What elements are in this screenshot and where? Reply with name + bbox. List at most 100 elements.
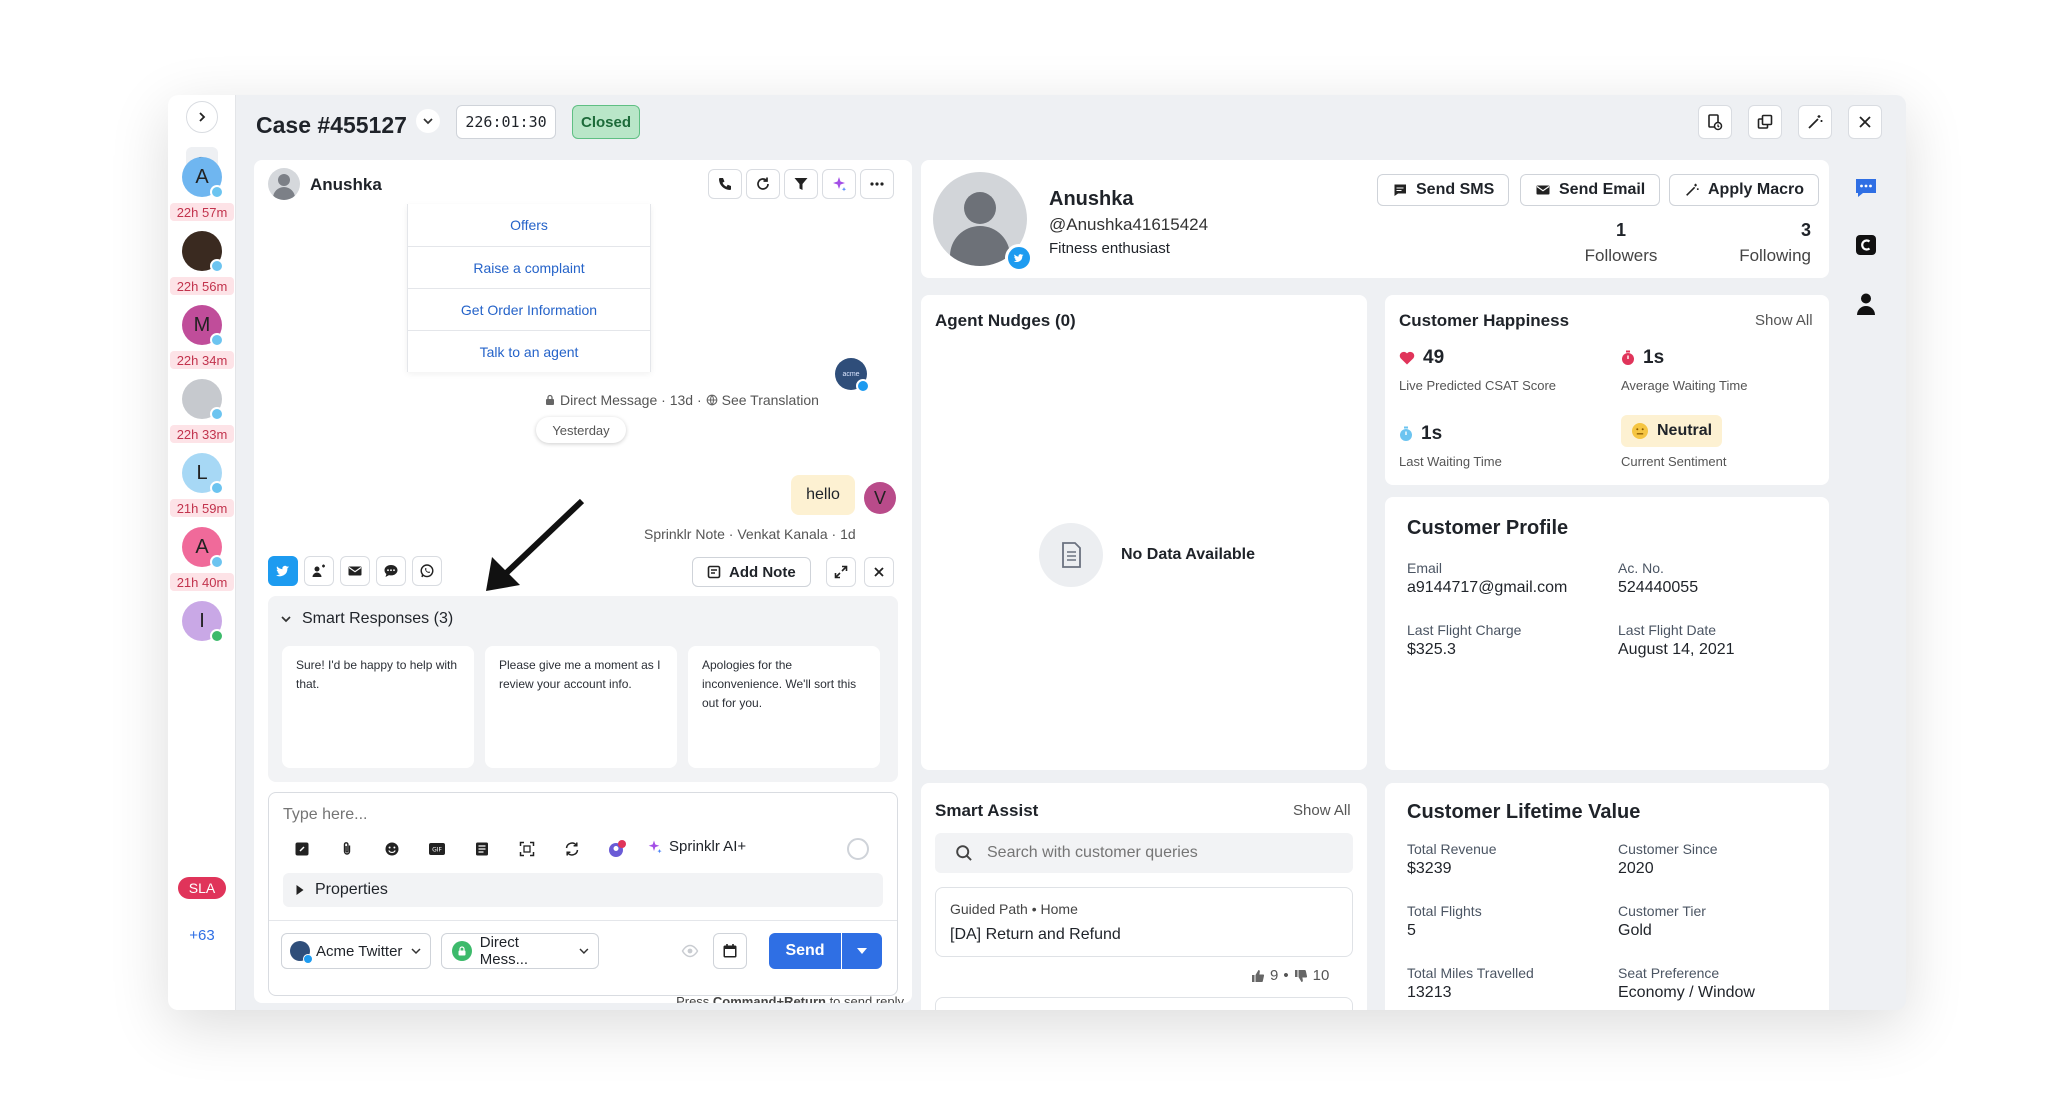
- whatsapp-icon: [420, 564, 434, 578]
- template-button[interactable]: [471, 838, 493, 860]
- case-avatar[interactable]: M: [182, 305, 224, 347]
- case-avatar[interactable]: L: [182, 453, 224, 495]
- case-history-button[interactable]: [1698, 105, 1732, 139]
- call-button[interactable]: [708, 169, 742, 199]
- field-label: Ac. No.: [1618, 560, 1664, 576]
- field-label: Customer Since: [1618, 841, 1718, 857]
- thumbs-up-icon[interactable]: [1251, 969, 1265, 983]
- case-menu-button[interactable]: [416, 109, 440, 133]
- guided-path-card[interactable]: Guided Path • Home [DA] Return and Refun…: [935, 887, 1353, 957]
- sla-badge[interactable]: SLA: [178, 877, 226, 899]
- case-avatar[interactable]: A: [182, 527, 224, 569]
- case-wait-time: 21h 59m: [170, 499, 234, 517]
- account-select[interactable]: Acme Twitter: [281, 933, 431, 969]
- guided-path-crumb: Guided Path • Home: [950, 901, 1078, 917]
- avg-wait-metric: 1s: [1621, 347, 1664, 369]
- persona-button[interactable]: [606, 838, 628, 860]
- chevron-right-icon: [199, 112, 206, 122]
- expand-composer-button[interactable]: [826, 557, 856, 587]
- apply-macro-label: Apply Macro: [1708, 181, 1805, 198]
- crm-panel-button[interactable]: [1852, 231, 1880, 259]
- quick-reply-option[interactable]: Offers: [408, 204, 650, 246]
- popout-button[interactable]: [1748, 105, 1782, 139]
- status-badge[interactable]: Closed: [572, 105, 640, 139]
- rephrase-button[interactable]: [561, 838, 583, 860]
- send-button[interactable]: Send: [769, 933, 841, 969]
- attach-button[interactable]: [336, 838, 358, 860]
- case-wait-time: 22h 56m: [170, 277, 234, 295]
- neutral-face-icon: [1632, 423, 1648, 439]
- quick-reply-option[interactable]: Get Order Information: [408, 288, 650, 330]
- smart-assist-search[interactable]: [935, 833, 1353, 873]
- sms-channel-button[interactable]: [376, 556, 406, 586]
- close-icon: [874, 567, 884, 577]
- happiness-show-all[interactable]: Show All: [1755, 312, 1813, 329]
- likes-count: 9: [1270, 967, 1279, 984]
- filter-button[interactable]: [784, 169, 818, 199]
- gif-button[interactable]: GIF: [426, 838, 448, 860]
- send-options-button[interactable]: [842, 933, 882, 969]
- thumbs-down-icon[interactable]: [1294, 969, 1308, 983]
- add-note-button[interactable]: Add Note: [692, 557, 811, 587]
- apply-macro-button[interactable]: Apply Macro: [1669, 174, 1820, 206]
- more-cases-count[interactable]: +63: [168, 927, 236, 944]
- ai-sparkle-button[interactable]: [822, 169, 856, 199]
- send-sms-button[interactable]: Send SMS: [1377, 174, 1510, 206]
- followers-count: 1: [1615, 220, 1626, 240]
- case-avatar[interactable]: [182, 231, 224, 273]
- sprinklr-ai-button[interactable]: Sprinklr AI+: [647, 838, 746, 855]
- conversation-panel-button[interactable]: [1850, 172, 1882, 204]
- smart-assist-show-all[interactable]: Show All: [1293, 802, 1351, 819]
- message-meta: Direct Message · 13d · See Translation: [544, 392, 819, 408]
- email-channel-button[interactable]: [340, 556, 370, 586]
- case-window: A 22h 57m 22h 56m M 22h 34m 22h 33m L 21h 59m A 2…: [168, 95, 1906, 1010]
- guided-path-feedback: 9 • 10: [1251, 967, 1329, 984]
- twitter-channel-button[interactable]: [268, 556, 298, 586]
- smart-assist-search-input[interactable]: [987, 844, 1317, 862]
- smart-response-card[interactable]: Please give me a moment as I review your…: [485, 646, 677, 768]
- smart-responses-toggle[interactable]: Smart Responses (3): [280, 610, 453, 628]
- following-label: Following: [1739, 246, 1811, 265]
- magic-wand-button[interactable]: [1798, 105, 1832, 139]
- field-value: a9144717@gmail.com: [1407, 579, 1568, 596]
- smart-response-card[interactable]: Sure! I'd be happy to help with that.: [282, 646, 474, 768]
- close-composer-button[interactable]: [864, 557, 894, 587]
- quick-reply-option[interactable]: Talk to an agent: [408, 330, 650, 372]
- refresh-button[interactable]: [746, 169, 780, 199]
- field-label: Seat Preference: [1618, 965, 1720, 981]
- transfer-button[interactable]: [304, 556, 334, 586]
- properties-toggle[interactable]: Properties: [283, 873, 883, 907]
- field-label: Last Flight Date: [1618, 622, 1717, 638]
- send-email-button[interactable]: Send Email: [1520, 174, 1661, 206]
- profile-name: Anushka: [1049, 188, 1134, 210]
- expand-rail-button[interactable]: [186, 101, 218, 133]
- properties-label: Properties: [315, 881, 388, 898]
- caret-right-icon: [296, 885, 304, 895]
- filter-icon: [794, 178, 808, 190]
- schedule-button[interactable]: [713, 933, 747, 969]
- svg-text:GIF: GIF: [432, 847, 442, 854]
- scan-button[interactable]: [516, 838, 538, 860]
- see-translation-link[interactable]: See Translation: [722, 392, 819, 408]
- field-value: $3239: [1407, 860, 1452, 877]
- case-avatar[interactable]: I: [182, 601, 224, 643]
- case-avatar[interactable]: [182, 379, 224, 421]
- whatsapp-channel-button[interactable]: [412, 556, 442, 586]
- reply-input[interactable]: [283, 803, 783, 827]
- mail-icon: [348, 566, 362, 576]
- close-case-button[interactable]: [1848, 105, 1882, 139]
- field-value: Gold: [1618, 922, 1652, 939]
- profile-panel-button[interactable]: [1852, 290, 1880, 318]
- case-avatar[interactable]: A: [182, 157, 224, 199]
- empty-state-text: No Data Available: [1121, 546, 1255, 563]
- emoji-button[interactable]: [381, 838, 403, 860]
- channel-select[interactable]: Direct Mess...: [441, 933, 599, 969]
- guided-path-card[interactable]: [935, 997, 1353, 1010]
- more-options-button[interactable]: [860, 169, 894, 199]
- quick-reply-option[interactable]: Raise a complaint: [408, 246, 650, 288]
- arrow-annotation-icon: [486, 498, 585, 591]
- refresh-icon: [757, 177, 769, 190]
- link-button[interactable]: [291, 838, 313, 860]
- preview-button[interactable]: [673, 933, 707, 969]
- smart-response-card[interactable]: Apologies for the inconvenience. We'll s…: [688, 646, 880, 768]
